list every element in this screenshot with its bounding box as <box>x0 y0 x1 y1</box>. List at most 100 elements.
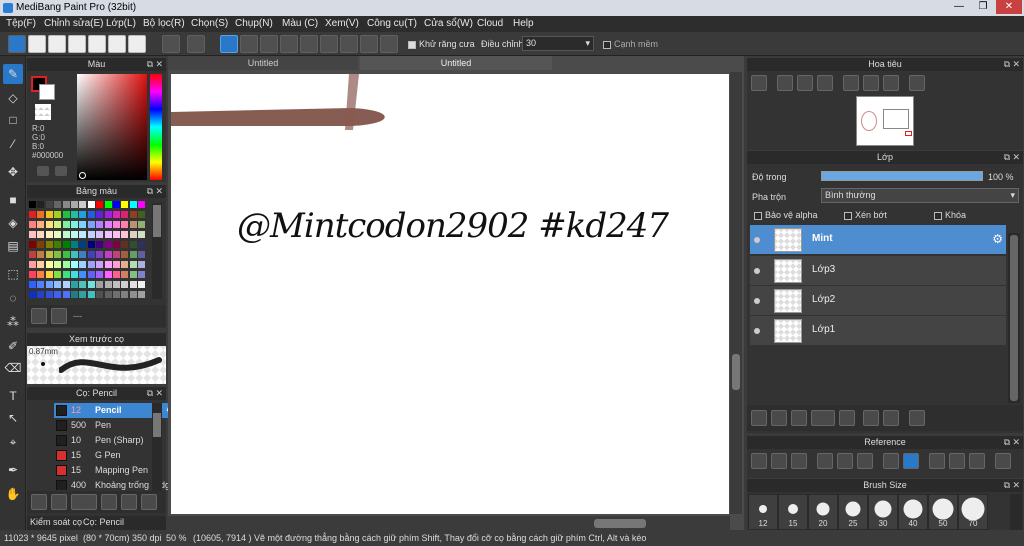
palette-small-icon[interactable] <box>55 166 67 176</box>
snap-off-icon[interactable] <box>220 35 238 53</box>
palette-swatch[interactable] <box>71 241 78 248</box>
menu-tools[interactable]: Công cụ(T) <box>367 18 417 29</box>
palette-swatch[interactable] <box>71 201 78 208</box>
new-layer-icon[interactable] <box>751 410 767 426</box>
close-icon[interactable]: ✕ <box>1012 436 1020 449</box>
menu-layer[interactable]: Lớp(L) <box>106 18 136 29</box>
palette-swatch[interactable] <box>129 291 137 298</box>
palette-swatch[interactable] <box>87 241 95 248</box>
palette-swatch[interactable] <box>79 271 87 278</box>
palette-swatch[interactable] <box>104 271 112 278</box>
brush-size-70[interactable]: 70 <box>958 494 988 530</box>
palette-swatch[interactable] <box>138 251 146 258</box>
reset-view-icon[interactable] <box>863 75 879 91</box>
palette-swatch[interactable] <box>104 281 112 288</box>
undo-icon[interactable] <box>162 35 180 53</box>
palette-swatch[interactable] <box>29 221 36 228</box>
comic-icon[interactable] <box>68 35 86 53</box>
protect-alpha-checkbox[interactable]: Bảo vệ alpha <box>754 210 818 220</box>
brush-size-40[interactable]: 40 <box>898 494 928 530</box>
palette-swatch[interactable] <box>54 291 62 298</box>
palette-swatch[interactable] <box>96 281 104 288</box>
flip-icon[interactable] <box>909 75 925 91</box>
reference-rotate-left-icon[interactable] <box>929 453 945 469</box>
palette-swatch[interactable] <box>138 261 146 268</box>
palette-swatch[interactable] <box>79 221 87 228</box>
palette-swatch[interactable] <box>45 251 53 258</box>
palette-swatch[interactable] <box>45 231 53 238</box>
opacity-slider[interactable] <box>821 171 983 181</box>
palette-swatch[interactable] <box>37 241 45 248</box>
palette-swatch[interactable] <box>71 251 78 258</box>
palette-swatch[interactable] <box>79 251 87 258</box>
palette-swatch[interactable] <box>138 271 146 278</box>
palette-scrollbar[interactable] <box>152 203 162 299</box>
palette-swatch[interactable] <box>96 231 104 238</box>
palette-swatch[interactable] <box>29 241 36 248</box>
palette-swatch[interactable] <box>129 281 137 288</box>
palette-swatch[interactable] <box>104 221 112 228</box>
palette-swatch[interactable] <box>79 231 87 238</box>
picker-cursor[interactable] <box>79 172 86 179</box>
hand-tool-icon[interactable]: ✋ <box>3 484 23 504</box>
palette-swatch[interactable] <box>87 201 95 208</box>
snap-ellipse-icon[interactable] <box>360 35 378 53</box>
palette-swatch[interactable] <box>104 261 112 268</box>
popout-icon[interactable]: ⧉ <box>1004 479 1010 492</box>
brush-size-20[interactable]: 20 <box>808 494 838 530</box>
brush-size-15[interactable]: 15 <box>778 494 808 530</box>
palette-swatch[interactable] <box>129 241 137 248</box>
reference-reset-icon[interactable] <box>949 453 965 469</box>
menu-cloud[interactable]: Cloud <box>477 18 503 29</box>
visibility-icon[interactable] <box>754 237 760 243</box>
brush-size-50[interactable]: 50 <box>928 494 958 530</box>
palette-swatch[interactable] <box>37 231 45 238</box>
brush-size-30[interactable]: 30 <box>868 494 898 530</box>
clip-checkbox[interactable]: Xén bớt <box>844 210 887 220</box>
palette-swatch[interactable] <box>79 241 87 248</box>
palette-swatch[interactable] <box>129 201 137 208</box>
close-icon[interactable]: ✕ <box>155 387 163 400</box>
new-halftone-layer-icon[interactable] <box>771 410 787 426</box>
folder-icon[interactable] <box>839 410 855 426</box>
visibility-icon[interactable] <box>754 328 760 334</box>
palette-swatch[interactable] <box>71 271 78 278</box>
palette-swatch[interactable] <box>121 231 129 238</box>
duplicate-icon[interactable] <box>141 494 157 510</box>
transparent-swatch[interactable] <box>35 104 51 120</box>
palette-swatch[interactable] <box>37 271 45 278</box>
palette-swatch[interactable] <box>54 231 62 238</box>
layer-row-lop3[interactable]: Lớp3 <box>750 256 1006 286</box>
palette-swatch[interactable] <box>113 281 120 288</box>
new-brush-icon[interactable] <box>51 494 67 510</box>
merge-layer-icon[interactable] <box>883 410 899 426</box>
palette-swatch[interactable] <box>29 291 36 298</box>
palette-swatch[interactable] <box>37 281 45 288</box>
palette-swatch[interactable] <box>121 211 129 218</box>
reference-eyedropper-icon[interactable] <box>883 453 899 469</box>
palette-swatch[interactable] <box>62 261 70 268</box>
move-tool-icon[interactable]: ✥ <box>3 162 23 182</box>
close-icon[interactable]: ✕ <box>1012 479 1020 492</box>
blend-mode-select[interactable]: Bình thường ▾ <box>821 188 1019 203</box>
lasso-icon[interactable]: ◌ <box>3 288 23 308</box>
canvas-tab-1[interactable]: Untitled <box>168 56 358 70</box>
palette-swatch[interactable] <box>71 291 78 298</box>
magic-wand-icon[interactable]: ⁂ <box>3 312 23 332</box>
palette-swatch[interactable] <box>121 251 129 258</box>
zoom-out-icon[interactable] <box>817 75 833 91</box>
eraser-tool-icon[interactable]: ◇ <box>3 88 23 108</box>
palette-swatch[interactable] <box>54 251 62 258</box>
menu-filter[interactable]: Bộ lọc(R) <box>143 18 185 29</box>
brush-size-25[interactable]: 25 <box>838 494 868 530</box>
operation-tool-icon[interactable]: ↖ <box>3 408 23 428</box>
palette-swatch[interactable] <box>54 271 62 278</box>
palette-swatch[interactable] <box>29 281 36 288</box>
palette-swatch[interactable] <box>29 231 36 238</box>
popout-icon[interactable]: ⧉ <box>1004 58 1010 71</box>
palette-swatch[interactable] <box>96 271 104 278</box>
soft-edge-checkbox[interactable]: Cạnh mềm <box>603 39 658 49</box>
palette-swatch[interactable] <box>37 211 45 218</box>
palette-swatch[interactable] <box>138 221 146 228</box>
palette-swatch[interactable] <box>37 261 45 268</box>
